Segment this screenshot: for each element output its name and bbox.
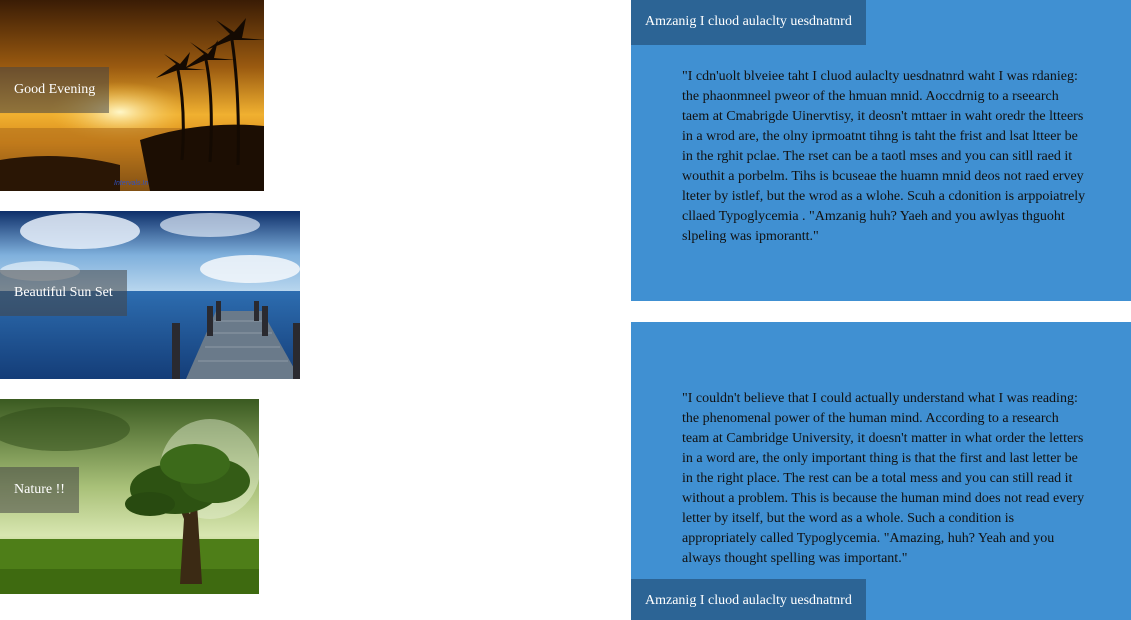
thumbnail-label: Good Evening [0, 67, 110, 113]
text-card-correct: "I couldn't believe that I could actuall… [631, 322, 1131, 620]
thumbnail-nature[interactable]: Nature !! [0, 399, 259, 594]
watermark: Intervals.In [114, 180, 148, 187]
thumbnail-beautiful-sun-set[interactable]: Beautiful Sun Set [0, 211, 300, 379]
card-header[interactable]: Amzanig I cluod aulaclty uesdnatnrd [631, 0, 866, 45]
card-text: "I couldn't believe that I could actuall… [682, 391, 1085, 566]
card-header[interactable]: Amzanig I cluod aulaclty uesdnatnrd [631, 579, 866, 620]
text-card-scrambled: Amzanig I cluod aulaclty uesdnatnrd "I c… [631, 0, 1131, 301]
thumbnail-good-evening[interactable]: Intervals.In Good Evening [0, 0, 264, 191]
thumbnail-label: Nature !! [0, 467, 79, 513]
thumbnail-label: Beautiful Sun Set [0, 270, 127, 316]
card-text: "I cdn'uolt blveiee taht I cluod aulaclt… [682, 69, 1086, 244]
